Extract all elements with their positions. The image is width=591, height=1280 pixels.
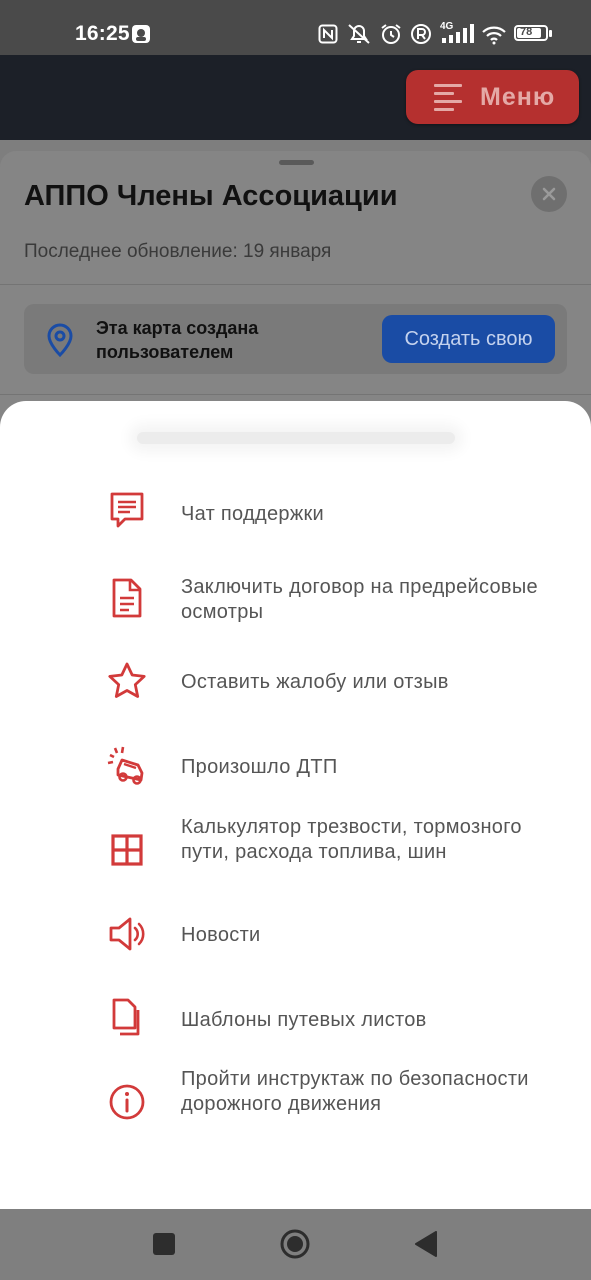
menu-item-contract[interactable]: Заключить договор на предрейсовые осмотр… <box>0 575 591 625</box>
menu-item-label: Калькулятор трезвости, тормозного пути, … <box>181 816 522 863</box>
registered-icon <box>411 24 431 44</box>
speaker-icon <box>109 917 145 951</box>
location-pin-icon <box>47 323 73 358</box>
menu-item-label: Шаблоны путевых листов <box>181 1009 427 1031</box>
back-button[interactable] <box>414 1231 438 1257</box>
battery-indicator: 78 <box>514 25 548 41</box>
recents-button[interactable] <box>153 1233 175 1255</box>
menu-button[interactable]: Меню <box>406 70 579 124</box>
menu-item-label: Пройти инструктаж по безопасности дорожн… <box>181 1068 529 1115</box>
menu-item-news[interactable]: Новости <box>0 913 591 963</box>
menu-item-label: Новости <box>181 924 261 946</box>
document-icon <box>112 578 142 618</box>
sheet-drag-handle[interactable] <box>137 432 455 444</box>
menu-item-label: Заключить договор на предрейсовые осмотр… <box>181 576 538 623</box>
menu-item-calculator[interactable]: Калькулятор трезвости, тормозного пути, … <box>0 815 591 890</box>
menu-item-label: Произошло ДТП <box>181 756 338 778</box>
create-own-button[interactable]: Создать свою <box>382 315 555 363</box>
menu-item-label: Чат поддержки <box>181 503 325 525</box>
close-button[interactable] <box>531 176 567 212</box>
menu-item-label: Оставить жалобу или отзыв <box>181 671 449 693</box>
menu-label: Меню <box>480 83 556 111</box>
last-update-text: Последнее обновление: 19 января <box>24 241 332 262</box>
info-icon <box>109 1084 145 1120</box>
card-title: АППО Члены Ассоциации <box>24 180 398 212</box>
battery-tip <box>549 30 552 37</box>
nfc-icon <box>318 24 338 44</box>
menu-icon <box>434 84 464 111</box>
menu-item-templates[interactable]: Шаблоны путевых листов <box>0 997 591 1047</box>
star-icon <box>108 662 146 698</box>
wifi-icon <box>482 26 506 45</box>
copy-icon <box>112 998 140 1036</box>
menu-item-complaint[interactable]: Оставить жалобу или отзыв <box>0 660 591 710</box>
grid-icon <box>111 834 143 866</box>
home-button[interactable] <box>279 1228 311 1260</box>
divider <box>0 284 591 285</box>
chat-icon <box>110 492 144 528</box>
divider <box>0 394 591 395</box>
card-drag-handle[interactable] <box>279 160 314 165</box>
bell-off-icon <box>348 24 370 44</box>
photo-icon <box>132 25 150 43</box>
status-bar: 16:25 4G 78 <box>0 0 591 55</box>
status-time: 16:25 <box>75 22 130 45</box>
alarm-icon <box>381 24 401 44</box>
close-icon <box>542 187 556 201</box>
menu-item-safety-briefing[interactable]: Пройти инструктаж по безопасности дорожн… <box>0 1067 591 1142</box>
user-map-info-text: Эта карта создана пользователем <box>96 318 259 362</box>
battery-level: 78 <box>520 26 533 38</box>
menu-item-accident[interactable]: Произошло ДТП <box>0 745 591 795</box>
signal-icon <box>442 24 474 43</box>
car-crash-icon <box>107 746 144 785</box>
menu-item-support-chat[interactable]: Чат поддержки <box>0 490 591 540</box>
